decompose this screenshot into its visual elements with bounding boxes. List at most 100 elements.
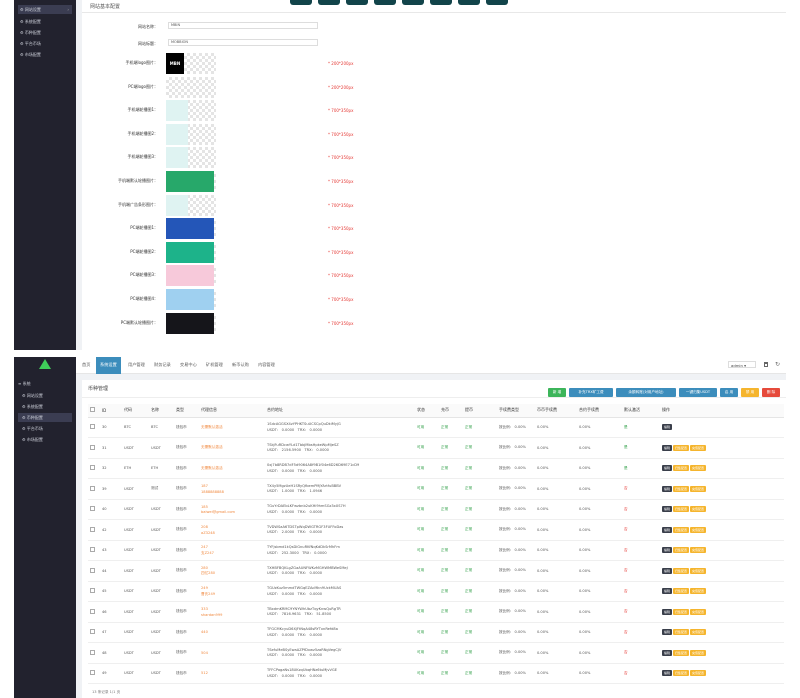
edit-button[interactable]: 编辑 [662,424,673,431]
row-checkbox[interactable] [90,567,95,573]
row-checkbox[interactable] [90,444,95,450]
table-row[interactable]: 42 USDT USDT 钱包币 208 aZ3248 TVDWSaA6TDSTpWqDWG… [88,519,784,541]
collect-config-button[interactable]: 归集配置 [673,608,690,615]
edit-button[interactable]: 编辑 [662,567,673,574]
collect-config-button[interactable]: 归集配置 [673,649,690,656]
disable-button[interactable]: 禁 用 [741,388,759,397]
edit-button[interactable]: 编辑 [662,444,673,451]
trash-icon[interactable] [764,362,768,367]
collect-config-button[interactable]: 归集配置 [673,526,690,533]
sidebar-section-system[interactable]: ≡ 系统 [18,381,31,387]
image-upload-thumbnail[interactable] [166,76,216,98]
collect-usdt-button[interactable]: 一键归集USDT [679,388,717,397]
collect-config-button[interactable]: 归集配置 [673,465,690,472]
image-upload-thumbnail[interactable] [166,241,216,263]
table-row[interactable]: 30 BTC BTC 钱包币 无需默认激活 1SdcAGGSX4zYPHKTSuUCSCp… [88,417,784,438]
sidebar-item-system-config[interactable]: ⚙ 系统配置 [22,404,43,410]
edit-button[interactable]: 编辑 [662,588,673,595]
sidebar-item-site-settings[interactable]: ⚙ 网站设置 › [18,5,72,14]
row-checkbox[interactable] [90,608,95,614]
balance-transfer-button[interactable]: 余额转账(对用户地址) [616,388,676,397]
collect-config-button[interactable]: 归集配置 [673,670,690,677]
table-row[interactable]: 44 USDT USDT 钱包币 280 四亿280 TXHBFBQKLgZGaAUNFWK… [88,560,784,582]
tab-home[interactable]: 首页 [82,362,90,368]
edit-button[interactable]: 编辑 [662,526,673,533]
sidebar-item-coin-config[interactable]: ⚙ 币种配置 [20,30,41,36]
deposit-config-button[interactable]: 充值配置 [690,567,707,574]
add-button[interactable]: 新 增 [548,388,566,397]
row-checkbox[interactable] [90,629,95,635]
image-upload-thumbnail[interactable] [166,123,216,145]
table-row[interactable]: 39 USDT 测试 钱包币 187 1888888888 TX4y5MgzUeH1SRyQ… [88,478,784,500]
sidebar-item-market-config[interactable]: ⚙ 市场配置 [20,52,41,58]
tab-new-coin-subscription[interactable]: 新币认购 [232,362,249,368]
edit-button[interactable]: 编辑 [662,670,673,677]
table-row[interactable]: 47 USDT USDT 钱包币 440 TFGCMKcyuD6XjFtNqA48sRYT… [88,622,784,643]
enable-button[interactable]: 启 用 [720,388,738,397]
tab-miner-management[interactable]: 矿机管理 [206,362,223,368]
table-row[interactable]: 46 USDT USDT 钱包币 333 shardan999 TBxdmKRMC9YNYW… [88,601,784,623]
edit-button[interactable]: 编辑 [662,506,673,513]
deposit-config-button[interactable]: 充值配置 [690,629,707,636]
tab-content-management[interactable]: 内容管理 [258,362,275,368]
tab-system-settings[interactable]: 系统设置 [96,357,121,374]
deposit-config-button[interactable]: 充值配置 [690,465,707,472]
table-row[interactable]: 48 USDT USDT 钱包币 504 TSefuMeBSyEwaAZPfDxwz5za… [88,642,784,664]
table-row[interactable]: 40 USDT USDT 钱包币 185 baiwei@gmail.com TGuYrDAE… [88,499,784,520]
site-title-input[interactable]: MOBBION [168,39,318,46]
edit-button[interactable]: 编辑 [662,629,673,636]
deposit-config-button[interactable]: 充值配置 [690,547,707,554]
collect-config-button[interactable]: 归集配置 [673,506,690,513]
sidebar-item-platform-coin[interactable]: ⚙ 平台币场 [22,426,43,432]
deposit-config-button[interactable]: 充值配置 [690,506,707,513]
sidebar-item-system-config[interactable]: ⚙ 系统配置 [20,19,41,25]
edit-button[interactable]: 编辑 [662,649,673,656]
collect-config-button[interactable]: 归集配置 [673,588,690,595]
table-row[interactable]: 43 USDT USDT 钱包币 247 支Z247 TYFjsbmd1kQsDiGnuRK… [88,540,784,561]
sidebar-item-platform-coin[interactable]: ⚙ 平台币场 [20,41,41,47]
table-row[interactable]: 31 USDT USDT 钱包币 无需默认激活 TSkjFuRDcwYLd1TbbjMbs… [88,437,784,459]
row-checkbox[interactable] [90,465,95,471]
image-upload-thumbnail[interactable] [166,289,216,310]
select-all-checkbox[interactable] [88,404,100,418]
row-checkbox[interactable] [90,649,95,655]
deposit-config-button[interactable]: 充值配置 [690,608,707,615]
refresh-icon[interactable]: ↻ [775,361,780,368]
admin-dropdown[interactable]: admin ▾ [728,361,756,368]
tab-finance-records[interactable]: 财务记录 [154,362,171,368]
row-checkbox[interactable] [90,485,95,491]
row-checkbox[interactable] [90,547,95,553]
image-upload-thumbnail[interactable] [166,218,216,240]
deposit-config-button[interactable]: 充值配置 [690,649,707,656]
table-row[interactable]: 45 USDT USDT 钱包币 249 曹氏249 TGUzKuz5mmdTWGqEZAc… [88,581,784,602]
image-upload-thumbnail[interactable] [166,171,216,192]
image-upload-thumbnail[interactable] [166,100,216,122]
edit-button[interactable]: 编辑 [662,485,673,492]
site-name-input[interactable]: MBIN [168,22,318,29]
row-checkbox[interactable] [90,506,95,512]
deposit-config-button[interactable]: 充值配置 [690,670,707,677]
sidebar-item-market-config[interactable]: ⚙ 市场配置 [22,437,43,443]
row-checkbox[interactable] [90,670,95,676]
sidebar-item-coin-config[interactable]: ⚙ 币种配置 [18,413,72,422]
tab-user-management[interactable]: 用户管理 [128,362,145,368]
collect-config-button[interactable]: 归集配置 [673,567,690,574]
deposit-config-button[interactable]: 充值配置 [690,485,707,492]
edit-button[interactable]: 编辑 [662,465,673,472]
collect-config-button[interactable]: 归集配置 [673,547,690,554]
image-upload-thumbnail[interactable] [166,147,216,169]
image-upload-thumbnail[interactable] [166,194,216,216]
tab-trade-center[interactable]: 交易中心 [180,362,197,368]
row-checkbox[interactable] [90,424,95,430]
table-row[interactable]: 49 USDT USDT 钱包币 512 TFFCPagaNs18UKzqUbqHNz6t… [88,663,784,684]
image-upload-thumbnail[interactable]: MBN [166,53,216,74]
collect-config-button[interactable]: 归集配置 [673,485,690,492]
collect-config-button[interactable]: 归集配置 [673,444,690,451]
deposit-config-button[interactable]: 充值配置 [690,588,707,595]
deposit-config-button[interactable]: 充值配置 [690,526,707,533]
row-checkbox[interactable] [90,588,95,594]
row-checkbox[interactable] [90,526,95,532]
table-row[interactable]: 32 ETH ETH 钱包币 无需默认激活 0xj7b8RDB7dF5d9064A8f9B… [88,458,784,479]
image-upload-thumbnail[interactable] [166,312,216,334]
sidebar-item-site-settings[interactable]: ⚙ 网站设置 [22,393,43,399]
